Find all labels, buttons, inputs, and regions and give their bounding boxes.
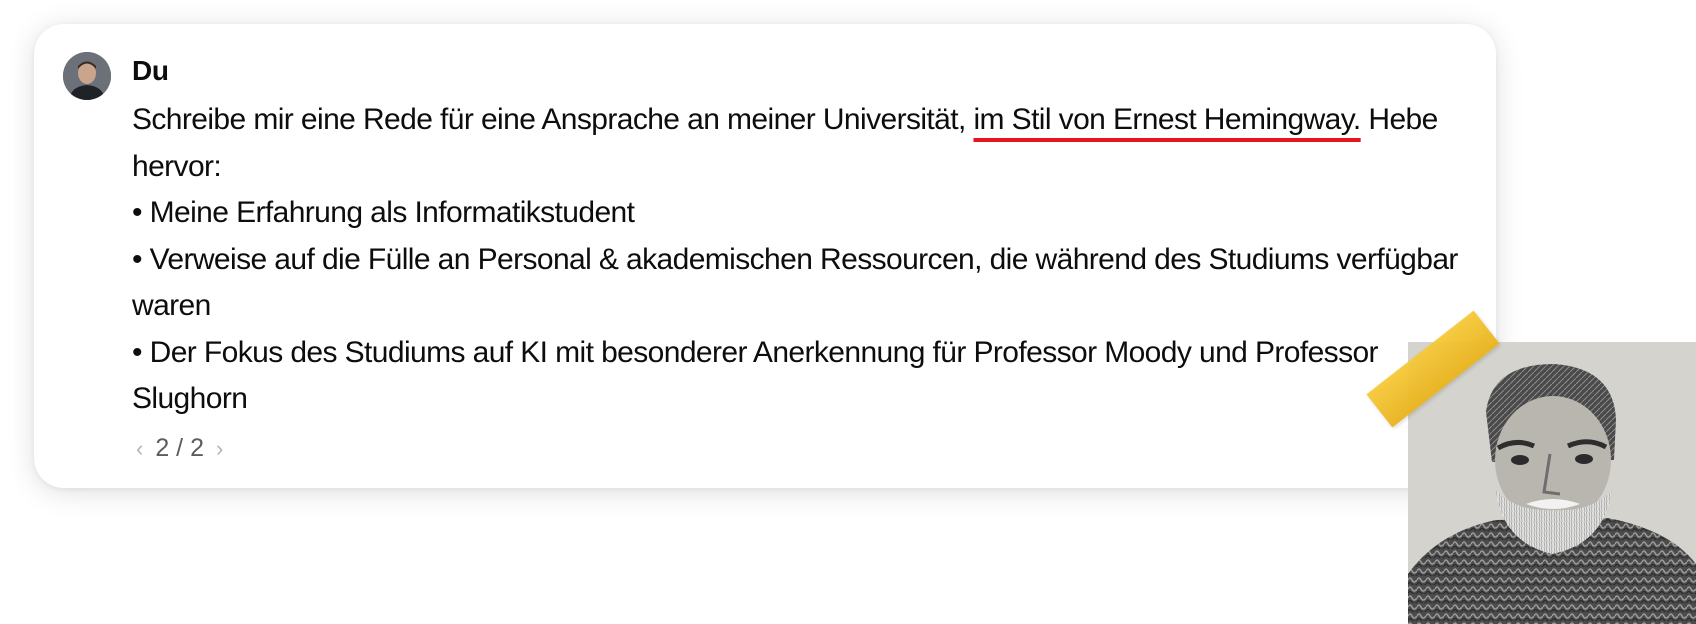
bullet-item: • Verweise auf die Fülle an Personal & a… <box>132 242 1458 323</box>
highlighted-phrase: im Stil von Ernest Hemingway. <box>973 103 1361 136</box>
chevron-left-icon[interactable]: ‹ <box>136 436 143 462</box>
pagination-label: 2 / 2 <box>155 434 204 462</box>
bullet-item: • Der Fokus des Studiums auf KI mit beso… <box>132 335 1379 416</box>
chevron-right-icon[interactable]: › <box>216 436 223 462</box>
user-avatar <box>63 52 111 100</box>
bullet-item: • Meine Erfahrung als Informatikstudent <box>132 196 635 229</box>
message-author: Du <box>132 55 169 86</box>
message-body: Schreibe mir eine Rede für eine Ansprach… <box>132 97 1472 423</box>
hemingway-portrait <box>1408 342 1696 624</box>
response-pagination: ‹ 2 / 2 › <box>136 434 223 463</box>
message-intro: Schreibe mir eine Rede für eine Ansprach… <box>132 103 1438 183</box>
